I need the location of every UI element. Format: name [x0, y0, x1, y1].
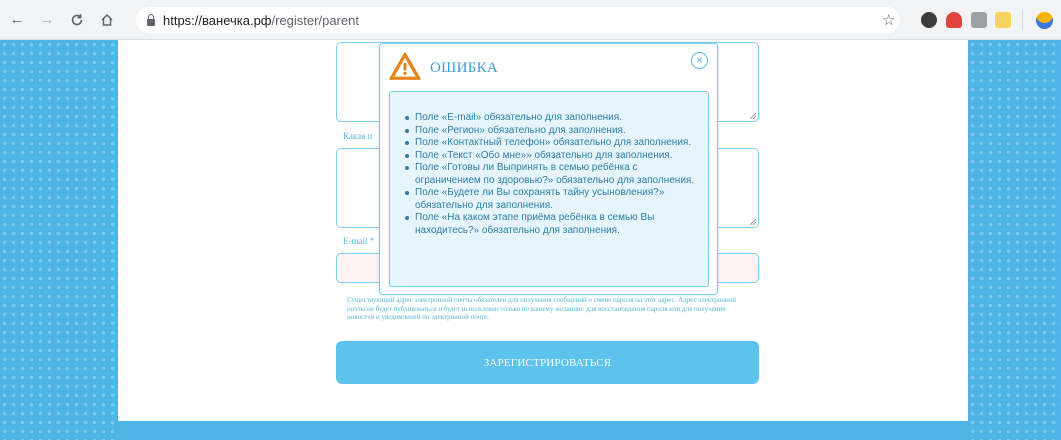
- extension-icon[interactable]: [921, 12, 937, 28]
- address-bar[interactable]: https://ванечка.рф/register/parent: [136, 7, 900, 33]
- register-button[interactable]: ЗАРЕГИСТРИРОВАТЬСЯ: [336, 341, 759, 384]
- modal-title: ОШИБКА: [430, 60, 499, 76]
- error-item: Поле «Контактный телефон» обязательно дл…: [402, 137, 700, 150]
- error-list-panel: Поле «E-mail» обязательно для заполнения…: [389, 91, 709, 287]
- error-list: Поле «E-mail» обязательно для заполнения…: [402, 112, 700, 237]
- back-arrow-icon[interactable]: ←: [6, 9, 28, 31]
- extension-icon[interactable]: [946, 12, 962, 28]
- home-icon[interactable]: [96, 9, 118, 31]
- url-path: /register/parent: [271, 12, 359, 28]
- error-item: Поле «Текст «Обо мне»» обязательно для з…: [402, 150, 700, 163]
- browser-toolbar: ← → https://ванечка.рф/register/parent ☆: [0, 0, 1061, 40]
- footer-band: [118, 421, 968, 440]
- star-icon[interactable]: ☆: [882, 11, 895, 29]
- error-item: Поле «Регион» обязательно для заполнения…: [402, 125, 700, 138]
- close-icon[interactable]: ×: [691, 52, 708, 69]
- extension-icon[interactable]: [995, 12, 1011, 28]
- background-pattern-left: [0, 40, 118, 440]
- warning-icon: [389, 52, 421, 80]
- lock-icon: [146, 14, 156, 26]
- question-label: Какая п: [343, 131, 373, 141]
- url-host: https://ванечка.рф: [163, 12, 272, 28]
- toolbar-divider: [1022, 10, 1023, 30]
- forward-arrow-icon[interactable]: →: [36, 9, 58, 31]
- error-item: Поле «E-mail» обязательно для заполнения…: [402, 112, 700, 125]
- reload-icon[interactable]: [66, 9, 88, 31]
- email-notice: Существующий адрес электронной почты обя…: [347, 296, 737, 321]
- error-modal: ОШИБКА × Поле «E-mail» обязательно для з…: [379, 43, 718, 295]
- email-label: E-mail *: [343, 236, 375, 246]
- extension-icon[interactable]: [971, 12, 987, 28]
- error-item: Поле «Готовы ли Выпринять в семью ребёнк…: [402, 162, 700, 187]
- error-item: Поле «На каком этапе приёма ребёнка в се…: [402, 212, 700, 237]
- profile-avatar[interactable]: [1036, 12, 1053, 29]
- background-pattern-right: [968, 40, 1061, 440]
- error-item: Поле «Будете ли Вы сохранять тайну усыно…: [402, 187, 700, 212]
